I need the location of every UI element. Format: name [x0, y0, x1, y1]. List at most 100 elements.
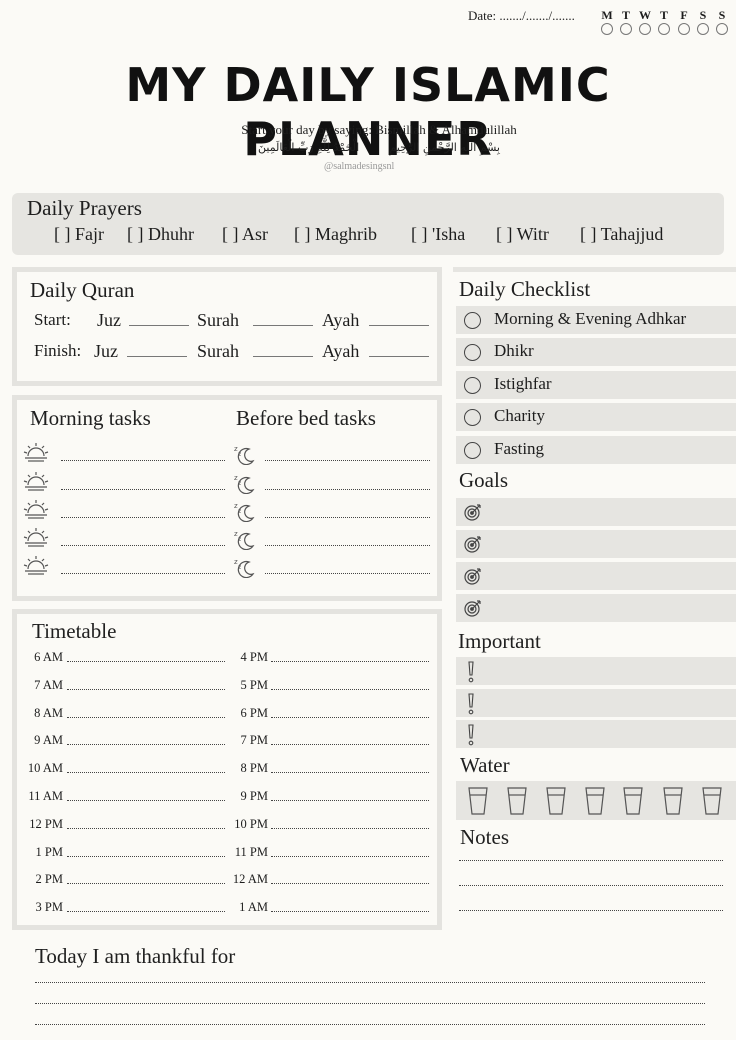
time-line-left[interactable] — [67, 800, 225, 801]
time-label-left: 3 PM — [35, 900, 63, 915]
prayer-checkbox-5[interactable]: [ ] Witr — [496, 224, 549, 245]
quran-start-surah: Surah — [197, 310, 239, 330]
time-label-right: 1 AM — [239, 900, 268, 915]
prayer-checkbox-1[interactable]: [ ] Dhuhr — [127, 224, 194, 245]
target-icon — [463, 502, 483, 526]
glass-icon[interactable] — [467, 786, 489, 820]
morning-task-line[interactable] — [61, 517, 225, 518]
prayer-checkbox-0[interactable]: [ ] Fajr — [54, 224, 104, 245]
thankful-line-1[interactable] — [35, 982, 705, 983]
thankful-line-2[interactable] — [35, 1003, 705, 1004]
goals-title: Goals — [459, 468, 508, 492]
moon-sleep-icon: zz — [233, 443, 257, 469]
morning-task-line[interactable] — [61, 489, 225, 490]
bed-task-line[interactable] — [265, 517, 430, 518]
time-line-left[interactable] — [67, 661, 225, 662]
time-line-right[interactable] — [271, 772, 429, 774]
target-icon — [463, 534, 483, 558]
time-label-left: 7 AM — [34, 677, 63, 692]
prayer-checkbox-4[interactable]: [ ] 'Isha — [411, 224, 465, 245]
weekday-checkbox[interactable] — [697, 23, 709, 35]
page-title: MY DAILY ISLAMIC PLANNER — [125, 58, 611, 166]
glass-icon[interactable] — [545, 786, 567, 820]
time-line-right[interactable] — [271, 827, 429, 829]
time-line-left[interactable] — [67, 883, 225, 885]
time-label-left: 12 PM — [29, 816, 63, 831]
important-row[interactable] — [456, 657, 736, 685]
water-title: Water — [460, 753, 510, 777]
quran-start-juz-line[interactable] — [129, 325, 189, 326]
quran-finish-juz-line[interactable] — [127, 356, 187, 357]
checklist-checkbox[interactable] — [464, 312, 481, 329]
time-label-right: 5 PM — [240, 677, 268, 692]
weekday-letter: T — [659, 8, 668, 22]
checklist-item-label: Istighfar — [494, 373, 552, 393]
notes-line-1[interactable] — [459, 860, 723, 861]
notes-line-2[interactable] — [459, 885, 723, 886]
bed-task-line[interactable] — [265, 460, 430, 461]
weekday-letter: S — [699, 8, 707, 22]
weekday-checkbox[interactable] — [658, 23, 670, 35]
time-line-right[interactable] — [271, 661, 429, 662]
goal-row[interactable] — [456, 594, 736, 622]
important-row[interactable] — [456, 688, 736, 717]
goal-row[interactable] — [456, 498, 736, 526]
weekday-checkbox[interactable] — [716, 23, 728, 35]
time-line-right[interactable] — [271, 744, 429, 746]
time-line-left[interactable] — [67, 688, 225, 690]
bed-task-line[interactable] — [265, 573, 430, 574]
time-line-left[interactable] — [67, 855, 225, 857]
morning-task-line[interactable] — [61, 573, 225, 574]
checklist-checkbox[interactable] — [464, 441, 481, 459]
time-line-right[interactable] — [271, 688, 429, 690]
timetable-panel — [12, 609, 442, 930]
quran-finish-surah-line[interactable] — [253, 356, 313, 357]
weekday-checkbox[interactable] — [639, 23, 651, 35]
prayer-checkbox-6[interactable]: [ ] Tahajjud — [580, 224, 663, 245]
target-icon — [463, 566, 483, 590]
time-line-right[interactable] — [271, 883, 429, 885]
quran-finish-ayah-line[interactable] — [369, 356, 429, 357]
time-line-left[interactable] — [67, 716, 225, 718]
time-line-right[interactable] — [271, 911, 429, 913]
important-row[interactable] — [456, 720, 736, 748]
prayer-checkbox-2[interactable]: [ ] Asr — [222, 224, 268, 245]
glass-icon[interactable] — [506, 786, 528, 820]
glass-icon[interactable] — [622, 786, 644, 820]
weekday-letter: M — [601, 8, 613, 22]
goal-row[interactable] — [456, 530, 736, 558]
time-line-left[interactable] — [67, 744, 225, 746]
exclamation-icon — [465, 660, 477, 688]
glass-icon[interactable] — [701, 786, 723, 820]
weekday-checkbox[interactable] — [620, 23, 632, 35]
glass-icon[interactable] — [584, 786, 606, 820]
daily-checklist-title: Daily Checklist — [459, 277, 591, 301]
svg-text:z: z — [238, 536, 241, 543]
quran-start-ayah-line[interactable] — [369, 325, 429, 326]
quran-start-surah-line[interactable] — [253, 325, 313, 326]
bed-task-line[interactable] — [265, 545, 430, 546]
notes-line-3[interactable] — [459, 910, 723, 911]
checklist-checkbox[interactable] — [464, 376, 481, 394]
weekday-checkbox[interactable] — [678, 23, 690, 35]
time-label-left: 11 AM — [28, 789, 63, 803]
prayer-checkbox-3[interactable]: [ ] Maghrib — [294, 224, 377, 245]
weekday-checkbox[interactable] — [601, 23, 613, 35]
morning-task-line[interactable] — [61, 545, 225, 546]
bed-task-line[interactable] — [265, 489, 430, 490]
glass-icon[interactable] — [662, 786, 684, 820]
time-label-left: 9 AM — [34, 733, 63, 748]
checklist-item-label: Dhikr — [494, 341, 534, 361]
time-line-right[interactable] — [271, 800, 429, 801]
time-line-left[interactable] — [67, 911, 225, 913]
time-line-right[interactable] — [271, 716, 429, 718]
notes-title: Notes — [460, 825, 509, 849]
time-line-left[interactable] — [67, 772, 225, 774]
time-label-left: 2 PM — [35, 872, 63, 887]
quran-start-juz: Juz — [97, 310, 121, 330]
morning-task-line[interactable] — [61, 460, 225, 461]
time-line-left[interactable] — [67, 827, 225, 829]
thankful-line-3[interactable] — [35, 1024, 705, 1025]
time-line-right[interactable] — [271, 855, 429, 857]
goal-row[interactable] — [456, 562, 736, 590]
